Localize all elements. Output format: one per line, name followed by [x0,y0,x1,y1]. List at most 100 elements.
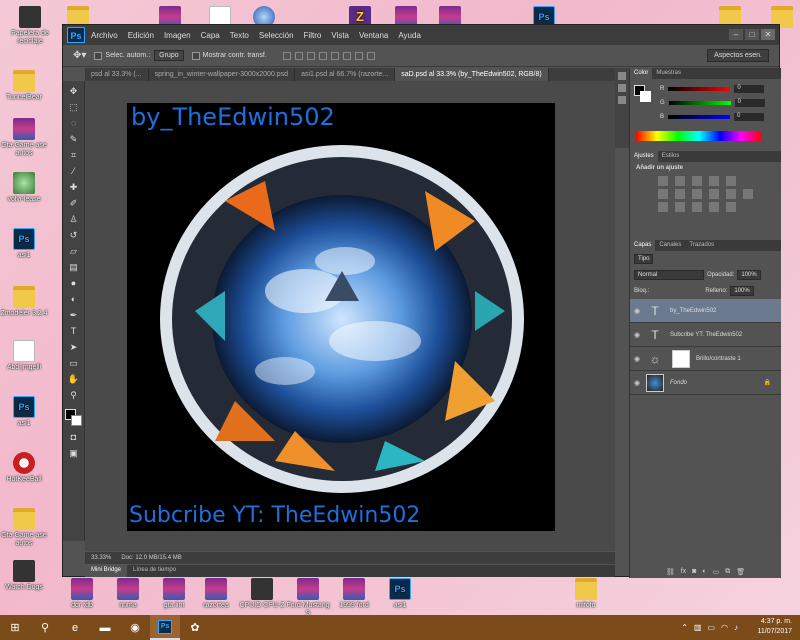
desktop-icon[interactable]: Gta Game ase autos [0,508,48,548]
new-layer-icon[interactable]: ⧉ [725,568,730,576]
align-middle-icon[interactable] [294,51,303,60]
brush-tool-icon[interactable]: ✐ [67,197,81,209]
desktop-icon[interactable]: Zmodeler 3.2.4 [0,286,48,318]
volume-icon[interactable]: ♪ [734,623,738,632]
menu-item[interactable]: Filtro [304,31,322,40]
eye-icon[interactable]: ◉ [630,307,644,315]
r-value[interactable]: 0 [734,85,765,93]
menu-item[interactable]: Capa [201,31,220,40]
edge-icon[interactable]: e [60,615,90,640]
history-icon[interactable] [618,72,626,80]
tab-paths[interactable]: Trazados [685,240,718,251]
desktop-icon[interactable]: TunnelBear [0,70,48,102]
opacity-input[interactable]: 100% [737,270,761,280]
gradient-tool-icon[interactable]: ▤ [67,261,81,273]
adjustment-layer-icon[interactable]: ◐ [702,568,706,576]
gradient-map-icon[interactable] [709,202,719,212]
quick-select-tool-icon[interactable]: ✎ [67,133,81,145]
link-icon[interactable]: ⛓ [666,568,675,576]
g-value[interactable]: 0 [734,99,765,107]
clock[interactable]: 4:37 p. m. 11/07/2017 [757,617,792,637]
layer-mask-thumbnail[interactable] [672,349,690,368]
b-value[interactable]: 0 [734,113,765,121]
tab-channels[interactable]: Canales [655,240,685,251]
align-right-icon[interactable] [342,51,351,60]
type-tool-icon[interactable]: T [67,325,81,337]
desktop-icon[interactable]: Gta Game ase autos [0,118,48,158]
menu-item[interactable]: Ayuda [398,31,421,40]
align-bottom-icon[interactable] [306,51,315,60]
shape-tool-icon[interactable]: ▭ [67,357,81,369]
tab-swatches[interactable]: Muestras [652,68,685,79]
layer-row[interactable]: ◉ ☼ Brillo/contraste 1 [630,347,781,371]
desktop-icon[interactable]: 1999 ford [330,578,378,610]
lasso-tool-icon[interactable]: ◌ [67,117,81,129]
crop-tool-icon[interactable]: ⌗ [67,149,81,161]
r-slider[interactable] [668,87,731,91]
marquee-tool-icon[interactable]: ⬚ [67,101,81,113]
workspace-select[interactable]: Aspectos esen. [707,49,769,62]
canvas-text-top[interactable]: by_TheEdwin502 [131,103,335,131]
align-top-icon[interactable] [282,51,291,60]
tab-styles[interactable]: Estilos [658,151,684,162]
minimize-button[interactable]: – [729,29,743,40]
stamp-tool-icon[interactable]: ♙ [67,213,81,225]
menu-item[interactable]: Imagen [164,31,191,40]
menu-item[interactable]: Archivo [91,31,118,40]
desktop-icon[interactable]: CPUID CPU-Z [238,578,286,610]
color-spectrum[interactable] [636,131,762,141]
color-swatches[interactable] [634,85,652,103]
vibrance-icon[interactable] [726,176,736,186]
layer-filter-select[interactable]: Tipo [634,254,654,264]
distribute-icon[interactable] [366,51,375,60]
pen-tool-icon[interactable]: ✒ [67,309,81,321]
desktop-icon[interactable]: Watch Dogs [0,560,48,592]
search-icon[interactable]: ⚲ [30,615,60,640]
move-tool-icon[interactable]: ✥▾ [73,50,86,61]
group-icon[interactable]: ▭ [713,568,720,576]
eye-icon[interactable]: ◉ [630,331,644,339]
document-tab[interactable]: asi1.psd al 66.7% (razorte... [295,68,396,81]
desktop-icon[interactable]: Ps asi1 [0,396,48,428]
desktop-icon[interactable]: razortea [192,578,240,610]
posterize-icon[interactable] [675,202,685,212]
properties-icon[interactable] [618,84,626,92]
tab-color[interactable]: Color [630,68,653,79]
desktop-icon[interactable]: mifofo [562,578,610,610]
bottom-tab[interactable]: Línea de tiempo [127,565,182,577]
healing-tool-icon[interactable]: ✚ [67,181,81,193]
desktop-icon[interactable]: numa [104,578,152,610]
b-slider[interactable] [668,115,731,119]
wifi-icon[interactable]: ◠ [721,623,728,632]
color-balance-icon[interactable] [675,189,685,199]
group-select[interactable]: Grupo [154,50,184,61]
history-brush-tool-icon[interactable]: ↺ [67,229,81,241]
menu-item[interactable]: Vista [331,31,349,40]
transform-checkbox[interactable] [191,51,200,60]
tab-adjustments[interactable]: Ajustes [630,151,658,162]
color-swatches[interactable] [64,409,83,427]
distribute-icon[interactable] [354,51,363,60]
black-white-icon[interactable] [692,189,702,199]
menu-item[interactable]: Texto [230,31,249,40]
layer-row[interactable]: ◉ Fondo 🔒 [630,371,781,395]
layer-row[interactable]: ◉ T Subcribe YT: TheEdwin502 [630,323,781,347]
eye-icon[interactable]: ◉ [630,355,644,363]
document-canvas[interactable]: by_TheEdwin502 Subcribe YT: TheEdwin502 [127,103,555,531]
desktop-icon[interactable]: volvi-lease [0,172,48,204]
mask-icon[interactable]: ◙ [692,568,696,576]
exposure-icon[interactable] [709,176,719,186]
network-icon[interactable]: ▥ [694,623,702,632]
trash-icon[interactable]: 🗑 [736,568,745,576]
menu-item[interactable]: Selección [259,31,294,40]
app-taskbar-icon[interactable]: ✿ [180,615,210,640]
desktop-icon[interactable]: HotKeeBall [0,452,48,484]
canvas-text-bottom[interactable]: Subcribe YT: TheEdwin502 [129,503,420,528]
desktop-icon[interactable]: Ford Mustang S [284,578,332,618]
desktop-icon[interactable]: Papelera de reciclaje [6,6,54,46]
menu-item[interactable]: Ventana [359,31,388,40]
dodge-tool-icon[interactable]: ◐ [67,293,81,305]
document-tab[interactable]: spring_in_winter-wallpaper-3000x2000.psd [149,68,296,81]
color-lookup-icon[interactable] [743,189,753,199]
blend-mode-select[interactable]: Normal [634,270,704,280]
